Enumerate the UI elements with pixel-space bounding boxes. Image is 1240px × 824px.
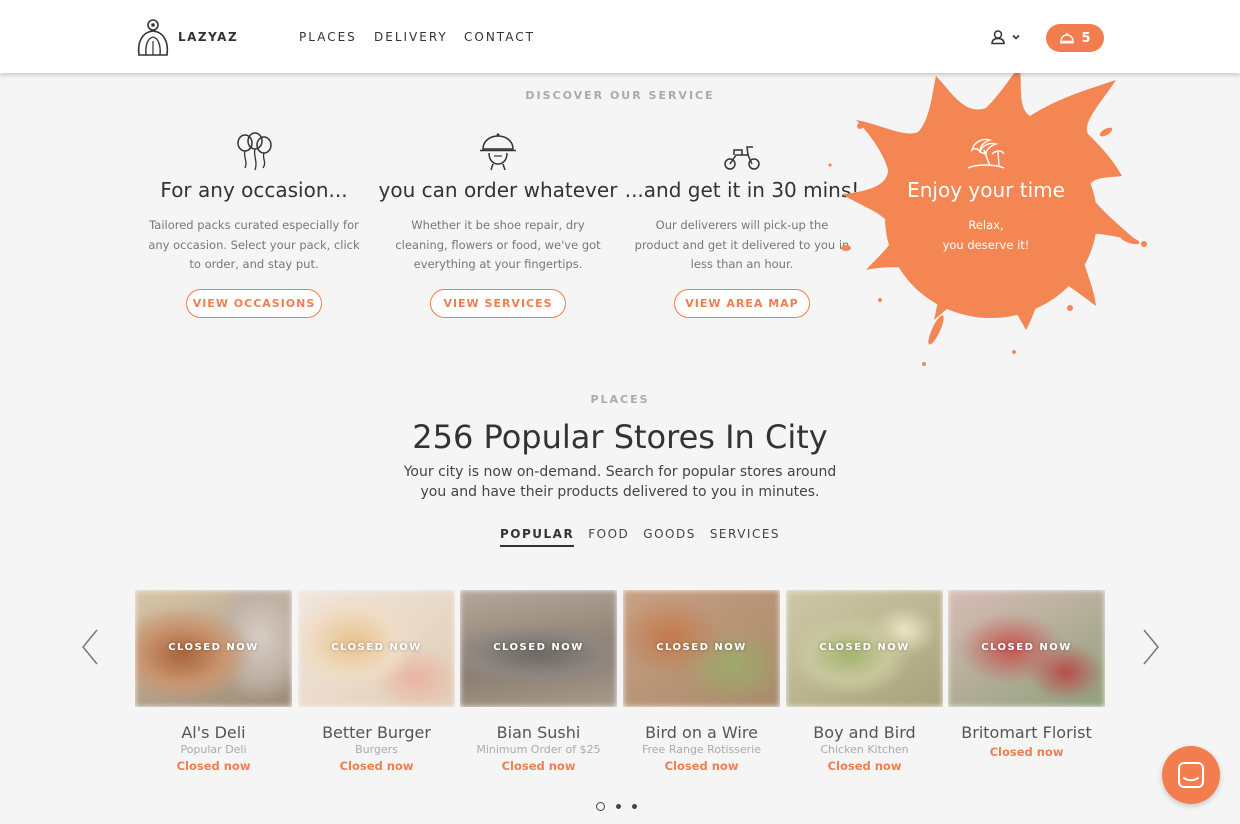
service-title: you can order whatever	[378, 178, 618, 202]
store-card[interactable]: CLOSED NOW Bian Sushi Minimum Order of $…	[460, 590, 617, 773]
store-category: Minimum Order of $25	[476, 743, 601, 756]
store-thumbnail: CLOSED NOW	[948, 590, 1105, 707]
store-thumbnail: CLOSED NOW	[623, 590, 780, 707]
chevron-down-icon	[1012, 34, 1020, 40]
store-name: Bird on a Wire	[645, 723, 758, 742]
store-card[interactable]: CLOSED NOW Al's Deli Popular Deli Closed…	[135, 590, 292, 773]
cloche-icon	[1060, 33, 1075, 44]
store-category: Chicken Kitchen	[820, 743, 909, 756]
promo-block: Enjoy your time Relax, you deserve it!	[880, 130, 1092, 255]
closed-badge: CLOSED NOW	[168, 642, 259, 653]
tab-goods[interactable]: GOODS	[643, 527, 696, 547]
user-icon	[991, 30, 1005, 45]
carousel-next-icon[interactable]	[1141, 628, 1161, 666]
service-text: Tailored packs curated especially for an…	[148, 218, 360, 271]
carousel-pagination	[596, 802, 637, 811]
balloons-icon	[237, 132, 272, 171]
store-thumbnail: CLOSED NOW	[298, 590, 455, 707]
tab-food[interactable]: FOOD	[588, 527, 629, 547]
nav-delivery[interactable]: DELIVERY	[374, 30, 448, 44]
closed-badge: CLOSED NOW	[656, 642, 747, 653]
page-dot[interactable]	[596, 802, 605, 811]
closed-badge: CLOSED NOW	[819, 642, 910, 653]
nav-places[interactable]: PLACES	[299, 30, 357, 44]
store-status: Closed now	[827, 759, 902, 773]
promo-line-1: Relax,	[968, 218, 1004, 232]
store-name: Bian Sushi	[496, 723, 581, 742]
page-dot[interactable]	[616, 804, 621, 809]
places-kicker: PLACES	[590, 393, 650, 406]
brand-name[interactable]: LAZYAZ	[178, 30, 238, 44]
user-menu[interactable]	[990, 28, 1026, 46]
tab-popular[interactable]: POPULAR	[500, 527, 575, 547]
store-status: Closed now	[339, 759, 414, 773]
service-occasions: For any occasion... Tailored packs curat…	[132, 130, 376, 318]
store-name: Better Burger	[322, 723, 431, 742]
store-category: Popular Deli	[180, 743, 247, 756]
store-thumbnail: CLOSED NOW	[135, 590, 292, 707]
places-lead: Your city is now on-demand. Search for p…	[403, 464, 837, 500]
store-thumbnail: CLOSED NOW	[786, 590, 943, 707]
promo-line-2: you deserve it!	[942, 237, 1030, 252]
carousel-prev-icon[interactable]	[80, 628, 100, 666]
promo-text: Relax, you deserve it!	[880, 216, 1092, 255]
site-header: LAZYAZ PLACES DELIVERY CONTACT 5	[0, 0, 1240, 73]
store-status: Closed now	[176, 759, 251, 773]
service-text: Whether it be shoe repair, dry cleaning,…	[395, 218, 601, 271]
view-services-button[interactable]: VIEW SERVICES	[430, 288, 566, 318]
store-card[interactable]: CLOSED NOW Bird on a Wire Free Range Rot…	[623, 590, 780, 773]
service-kicker: DISCOVER OUR SERVICE	[525, 89, 715, 102]
view-area-map-button[interactable]: VIEW AREA MAP	[674, 288, 810, 318]
closed-badge: CLOSED NOW	[331, 642, 422, 653]
tab-services[interactable]: SERVICES	[710, 527, 780, 547]
store-card[interactable]: CLOSED NOW Better Burger Burgers Closed …	[298, 590, 455, 773]
service-text: Our deliverers will pick-up the product …	[634, 218, 850, 271]
beach-icon	[967, 138, 1005, 169]
store-name: Al's Deli	[181, 723, 246, 742]
store-category: Burgers	[355, 743, 398, 756]
store-category: Free Range Rotisserie	[641, 743, 762, 756]
chat-icon	[1178, 762, 1204, 788]
store-name: Boy and Bird	[813, 723, 916, 742]
logo-icon[interactable]	[134, 17, 172, 57]
closed-badge: CLOSED NOW	[981, 642, 1072, 653]
page-dot[interactable]	[632, 804, 637, 809]
cart-count: 5	[1081, 30, 1091, 46]
cloche-icon	[480, 133, 516, 171]
service-order: you can order whatever Whether it be sho…	[376, 130, 620, 318]
view-occasions-button[interactable]: VIEW OCCASIONS	[186, 288, 322, 318]
store-card[interactable]: CLOSED NOW Boy and Bird Chicken Kitchen …	[786, 590, 943, 773]
places-tabs: POPULAR FOOD GOODS SERVICES	[500, 527, 780, 547]
service-title: For any occasion...	[160, 178, 348, 202]
nav-contact[interactable]: CONTACT	[464, 30, 535, 44]
cart-button[interactable]: 5	[1046, 24, 1104, 52]
store-status: Closed now	[664, 759, 739, 773]
store-name: Britomart Florist	[961, 723, 1092, 742]
store-thumbnail: CLOSED NOW	[460, 590, 617, 707]
store-status: Closed now	[501, 759, 576, 773]
scooter-icon	[724, 146, 760, 170]
store-card[interactable]: CLOSED NOW Britomart Florist Closed now	[948, 590, 1105, 759]
places-title: 256 Popular Stores In City	[412, 418, 828, 456]
closed-badge: CLOSED NOW	[493, 642, 584, 653]
store-status: Closed now	[989, 745, 1064, 759]
chat-button[interactable]	[1162, 746, 1220, 804]
promo-title: Enjoy your time	[907, 178, 1065, 202]
